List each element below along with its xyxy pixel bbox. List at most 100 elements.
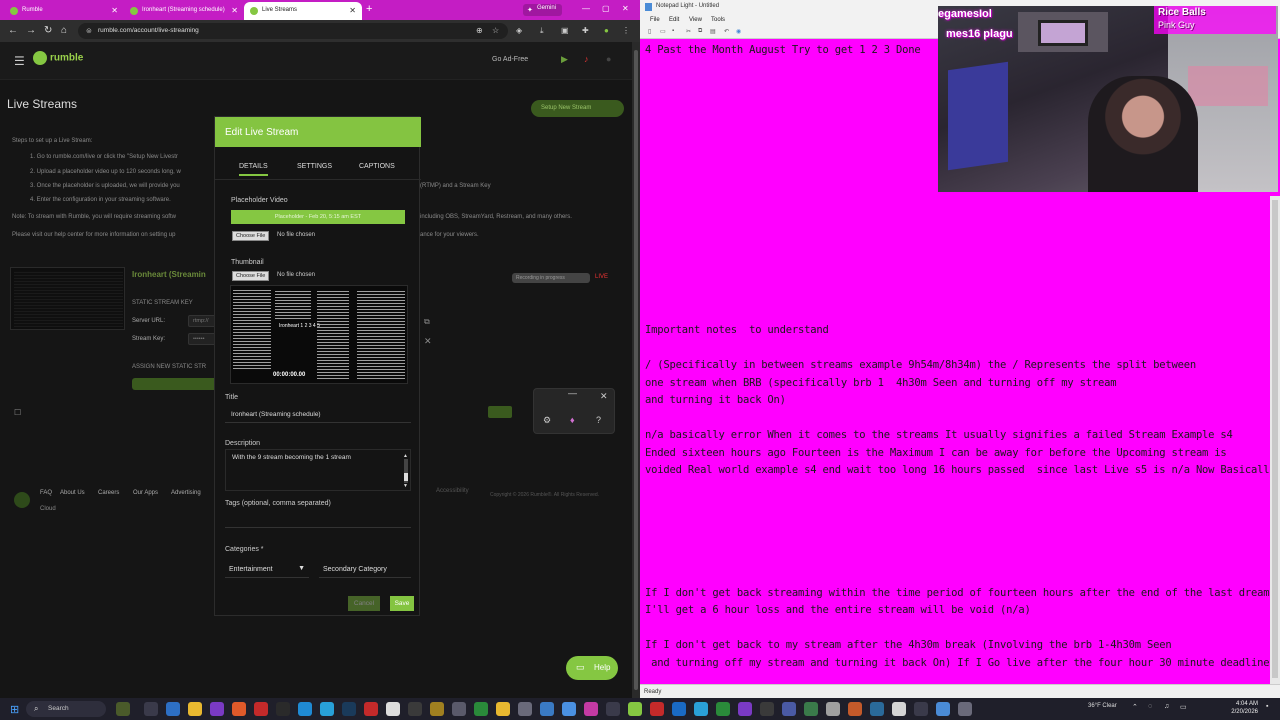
stream-thumbnail[interactable]: [10, 267, 125, 330]
app-icon-forest[interactable]: [804, 702, 818, 716]
close-window-icon[interactable]: ✕: [622, 4, 629, 13]
new-tab-icon[interactable]: +: [366, 3, 372, 15]
close-icon[interactable]: ✕: [349, 6, 356, 15]
app-icon-dark-2[interactable]: [760, 702, 774, 716]
secondary-category-select[interactable]: Secondary Category: [319, 563, 411, 578]
menu-view[interactable]: View: [689, 17, 702, 23]
tab-live-streams[interactable]: Live Streams ✕: [244, 2, 362, 20]
app-icon-grey[interactable]: [408, 702, 422, 716]
notifications-icon[interactable]: ▪: [1266, 703, 1268, 710]
app-icon-red-2[interactable]: [364, 702, 378, 716]
title-input[interactable]: Ironheart (Streaming schedule): [225, 408, 411, 423]
profile-avatar-icon[interactable]: ●: [604, 26, 609, 35]
app-icon-orange[interactable]: [848, 702, 862, 716]
tags-input[interactable]: [225, 513, 411, 528]
assign-key-button[interactable]: [132, 378, 222, 390]
app-icon-indigo[interactable]: [782, 702, 796, 716]
microphone-icon[interactable]: ♦: [570, 415, 575, 425]
footer-careers-link[interactable]: Careers: [98, 490, 119, 496]
tab-settings[interactable]: SETTINGS: [297, 163, 332, 170]
taskbar-search[interactable]: ⌕ Search: [26, 701, 106, 717]
close-icon[interactable]: ✕: [111, 6, 118, 15]
stream-title-link[interactable]: Ironheart (Streamin: [132, 270, 206, 279]
tab-captions[interactable]: CAPTIONS: [359, 163, 395, 170]
edit-stream-button[interactable]: [488, 406, 512, 418]
setup-new-stream-button[interactable]: Setup New Stream: [531, 100, 624, 117]
menu-tools[interactable]: Tools: [711, 17, 725, 23]
app-icon-slate[interactable]: [452, 702, 466, 716]
tray-chevron-icon[interactable]: ⌃: [1132, 703, 1138, 711]
save-button[interactable]: Save: [390, 596, 414, 611]
cut-icon[interactable]: ✂: [686, 28, 691, 35]
tab-ironheart[interactable]: Ironheart (Streaming schedule) ✕: [124, 2, 244, 20]
volume-icon[interactable]: ♫: [1164, 703, 1169, 710]
notepad-scroll-thumb[interactable]: [1272, 200, 1278, 678]
description-textarea[interactable]: With the 9 stream becoming the 1 stream: [225, 449, 411, 491]
copy-icon[interactable]: ⧉: [424, 317, 430, 327]
description-scrollbar[interactable]: ▲ ▼: [403, 453, 409, 489]
reload-icon[interactable]: ↻: [44, 25, 52, 36]
rumble-taskbar-icon[interactable]: [628, 702, 642, 716]
menu-edit[interactable]: Edit: [669, 17, 679, 23]
cancel-button[interactable]: Cancel: [348, 596, 380, 611]
app-icon-charcoal[interactable]: [606, 702, 620, 716]
app-icon-white[interactable]: [892, 702, 906, 716]
undo-icon[interactable]: ↶: [724, 28, 729, 35]
row-checkbox[interactable]: ☐: [14, 408, 21, 417]
scroll-down-icon[interactable]: ▼: [403, 483, 408, 489]
home-icon[interactable]: ⌂: [61, 25, 67, 36]
clear-icon[interactable]: ✕: [424, 336, 432, 347]
paste-icon[interactable]: ▤: [710, 28, 716, 35]
app-icon-charcoal-2[interactable]: [914, 702, 928, 716]
settings-gear-icon[interactable]: ⚙: [543, 415, 551, 426]
help-icon[interactable]: ◉: [736, 28, 741, 35]
app-icon-green[interactable]: [474, 702, 488, 716]
footer-faq-link[interactable]: FAQ: [40, 490, 52, 496]
download-icon[interactable]: ⤓: [540, 26, 544, 36]
weather-widget[interactable]: 36°F Clear: [1088, 703, 1117, 710]
footer-advertising-link[interactable]: Advertising: [171, 490, 201, 496]
upload-camera-icon[interactable]: ▶: [561, 54, 568, 65]
copy-icon[interactable]: ⧉: [698, 28, 702, 35]
extensions-icon[interactable]: ◈: [516, 26, 522, 35]
app-icon-navy[interactable]: [672, 702, 686, 716]
app-icon-steel[interactable]: [518, 702, 532, 716]
taskbar-clock[interactable]: 4:04 AM 2/20/2026: [1210, 700, 1258, 716]
app-icon-violet[interactable]: [738, 702, 752, 716]
primary-category-select[interactable]: Entertainment ▼: [225, 563, 309, 578]
app-icon-purple[interactable]: [210, 702, 224, 716]
server-url-field[interactable]: rtmp://: [188, 315, 216, 327]
app-icon-red[interactable]: [254, 702, 268, 716]
tab-rumble[interactable]: Rumble ✕: [4, 2, 124, 20]
menu-file[interactable]: File: [650, 17, 660, 23]
app-icon-sky[interactable]: [694, 702, 708, 716]
chrome-icon[interactable]: [540, 702, 554, 716]
windows-start-icon[interactable]: ⊞: [10, 703, 19, 716]
notifications-bell-icon[interactable]: ♪: [584, 54, 589, 64]
footer-about-link[interactable]: About Us: [60, 490, 85, 496]
edge-icon[interactable]: [166, 702, 180, 716]
choose-placeholder-button[interactable]: Choose File: [232, 231, 270, 241]
bookmark-star-icon[interactable]: ☆: [492, 26, 499, 35]
puzzle-icon[interactable]: ✚: [582, 26, 589, 35]
help-circle-icon[interactable]: ?: [596, 415, 601, 425]
app-icon-dark[interactable]: [276, 702, 290, 716]
user-avatar-icon[interactable]: ●: [606, 54, 611, 64]
close-icon[interactable]: ✕: [231, 6, 238, 15]
choose-thumbnail-button[interactable]: Choose File: [232, 271, 270, 281]
new-file-icon[interactable]: ▯: [648, 28, 651, 35]
open-file-icon[interactable]: ▭: [660, 28, 666, 35]
footer-cloud-link[interactable]: Cloud: [40, 506, 56, 512]
minimize-icon[interactable]: —: [568, 388, 577, 398]
file-explorer-icon[interactable]: [188, 702, 202, 716]
footer-accessibility-link[interactable]: Accessibility: [436, 488, 469, 494]
task-view-icon[interactable]: [144, 702, 158, 716]
notepad-taskbar-icon[interactable]: [936, 702, 950, 716]
hamburger-menu-icon[interactable]: ☰: [14, 54, 25, 68]
app-icon-azure[interactable]: [562, 702, 576, 716]
site-info-icon[interactable]: ⊜: [86, 27, 92, 35]
obs-icon[interactable]: [386, 702, 400, 716]
sidepanel-icon[interactable]: ▣: [561, 26, 569, 35]
minimize-icon[interactable]: —: [582, 4, 590, 13]
maximize-icon[interactable]: ▢: [602, 4, 610, 13]
